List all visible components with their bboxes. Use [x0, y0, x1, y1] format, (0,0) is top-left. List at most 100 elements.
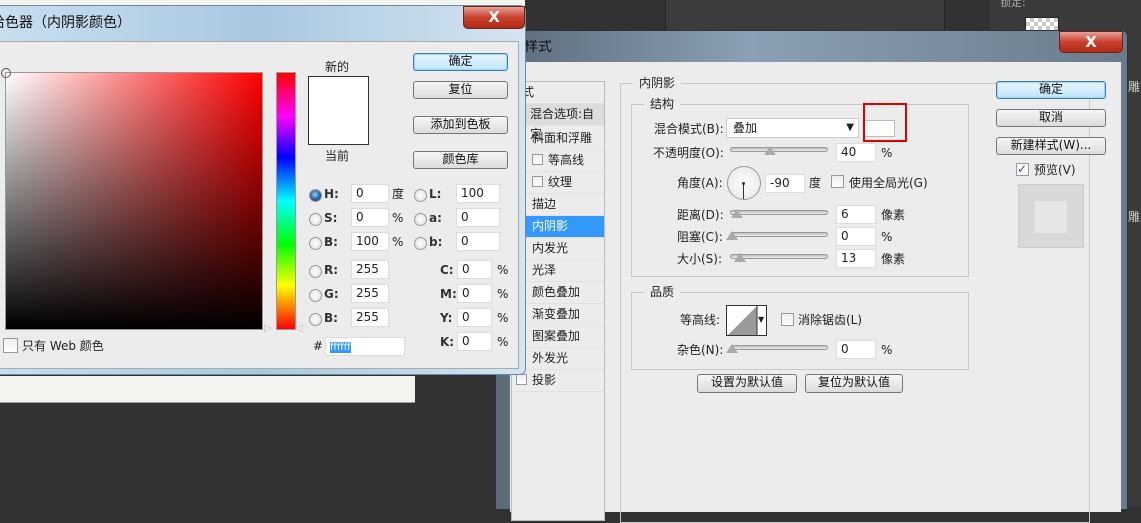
field-label: R: — [324, 263, 339, 277]
color-field-cursor[interactable] — [1, 68, 11, 78]
lab-input[interactable]: 0 — [456, 232, 500, 251]
below-picker-strip — [0, 376, 415, 403]
slider-thumb[interactable] — [764, 146, 776, 155]
field-label: G: — [324, 287, 339, 301]
lab-input[interactable]: 0 — [456, 208, 500, 227]
field-radio[interactable] — [309, 189, 322, 202]
noise-input[interactable]: 0 — [836, 340, 876, 359]
noise-slider[interactable] — [726, 344, 828, 353]
contour-picker[interactable]: ▼ — [726, 305, 767, 336]
inner-shadow-title: 内阴影 — [633, 76, 682, 90]
background-side-text: 雕 — [1128, 80, 1141, 94]
distance-label: 距离(D): — [677, 208, 724, 222]
background-canvas-panel — [665, 0, 945, 30]
web-only-checkbox[interactable] — [3, 338, 18, 353]
field-radio[interactable] — [309, 289, 322, 302]
contour-label: 等高线: — [680, 313, 721, 327]
web-only-label: 只有 Web 颜色 — [22, 339, 104, 353]
cmyk-unit: % — [497, 263, 509, 277]
hex-input[interactable]: ffffff — [325, 337, 405, 356]
size-input[interactable]: 13 — [836, 249, 876, 268]
cmyk-label: C: — [440, 263, 454, 277]
field-label: S: — [324, 211, 338, 225]
set-default-button[interactable]: 设置为默认值 — [697, 374, 797, 393]
hex-value: ffffff — [330, 342, 351, 353]
chevron-down-icon: ▼ — [846, 122, 854, 133]
style-item-label: 投影 — [532, 373, 557, 387]
opacity-input[interactable]: 40 — [836, 143, 876, 162]
slider-thumb[interactable] — [734, 253, 746, 262]
hue-slider[interactable] — [276, 72, 296, 330]
angle-dial[interactable] — [727, 166, 761, 200]
opacity-slider[interactable] — [730, 146, 828, 155]
lock-label: 锁定: — [1000, 0, 1026, 9]
field-radio[interactable] — [309, 313, 322, 326]
add-to-swatches-button[interactable]: 添加到色板 — [413, 116, 508, 134]
choke-unit: % — [881, 230, 893, 244]
blend-mode-value: 叠加 — [733, 121, 758, 135]
close-button[interactable]: X — [463, 6, 525, 29]
ok-button[interactable]: 确定 — [413, 53, 508, 71]
cmyk-input[interactable]: 0 — [457, 308, 492, 327]
contour-dropdown-icon[interactable]: ▼ — [758, 313, 764, 327]
style-item-label: 内发光 — [532, 241, 569, 255]
cmyk-input[interactable]: 0 — [457, 284, 492, 303]
reset-button[interactable]: 复位 — [413, 81, 508, 99]
structure-title: 结构 — [644, 97, 681, 111]
preview-checkbox[interactable]: ✓ — [1016, 162, 1029, 176]
lab-radio[interactable] — [414, 189, 427, 202]
color-picker-title: 拾色器（内阴影颜色） — [0, 15, 131, 31]
field-input[interactable]: 255 — [351, 308, 389, 327]
anti-alias-checkbox[interactable] — [781, 313, 794, 326]
hue-slider-left-handle[interactable]: ▷ — [264, 322, 272, 336]
field-input[interactable]: 255 — [351, 284, 389, 303]
style-item-checkbox[interactable] — [532, 176, 543, 187]
field-label: H: — [324, 187, 339, 201]
ok-button[interactable]: 确定 — [996, 81, 1106, 99]
lab-label: L: — [429, 187, 442, 201]
color-libraries-button[interactable]: 颜色库 — [413, 151, 508, 169]
field-input[interactable]: 0 — [351, 184, 389, 203]
close-button[interactable]: X — [1059, 31, 1123, 53]
style-item-checkbox[interactable] — [516, 374, 527, 385]
reset-default-button[interactable]: 复位为默认值 — [805, 374, 903, 393]
color-field[interactable] — [1, 68, 263, 330]
distance-slider[interactable] — [730, 209, 828, 218]
style-item[interactable]: 投影 — [512, 370, 604, 392]
layer-thumbnail[interactable] — [1025, 17, 1059, 31]
style-item-label: 等高线 — [548, 153, 585, 167]
distance-unit: 像素 — [881, 208, 906, 222]
field-input[interactable]: 100 — [351, 232, 389, 251]
slider-thumb[interactable] — [726, 231, 738, 240]
field-radio[interactable] — [309, 265, 322, 278]
field-input[interactable]: 0 — [351, 208, 389, 227]
size-slider[interactable] — [730, 253, 828, 262]
choke-slider[interactable] — [726, 231, 828, 240]
style-item-checkbox[interactable] — [532, 154, 543, 165]
field-radio[interactable] — [309, 213, 322, 226]
cancel-button[interactable]: 取消 — [996, 109, 1106, 127]
choke-input[interactable]: 0 — [836, 227, 876, 246]
preview-swatch — [1035, 201, 1067, 233]
global-light-label: 使用全局光(G) — [849, 176, 928, 190]
opacity-label: 不透明度(O): — [653, 146, 724, 160]
blend-mode-select[interactable]: 叠加 ▼ — [726, 118, 859, 138]
lab-radio[interactable] — [414, 213, 427, 226]
slider-thumb[interactable] — [731, 209, 743, 218]
slider-thumb[interactable] — [726, 344, 738, 353]
angle-dial-needle — [743, 183, 744, 199]
cmyk-input[interactable]: 0 — [457, 260, 492, 279]
current-color-swatch[interactable] — [308, 111, 369, 145]
lab-input[interactable]: 100 — [456, 184, 500, 203]
lab-radio[interactable] — [414, 237, 427, 250]
new-style-button[interactable]: 新建样式(W)... — [996, 137, 1106, 155]
hue-slider-right-handle[interactable]: ◁ — [295, 322, 303, 336]
field-radio[interactable] — [309, 237, 322, 250]
global-light-checkbox[interactable] — [831, 175, 844, 188]
style-item-label: 光泽 — [532, 263, 557, 277]
hex-label: # — [313, 339, 324, 353]
angle-input[interactable]: -90 — [765, 174, 805, 193]
cmyk-input[interactable]: 0 — [457, 332, 492, 351]
field-input[interactable]: 255 — [351, 260, 389, 279]
distance-input[interactable]: 6 — [836, 205, 876, 224]
